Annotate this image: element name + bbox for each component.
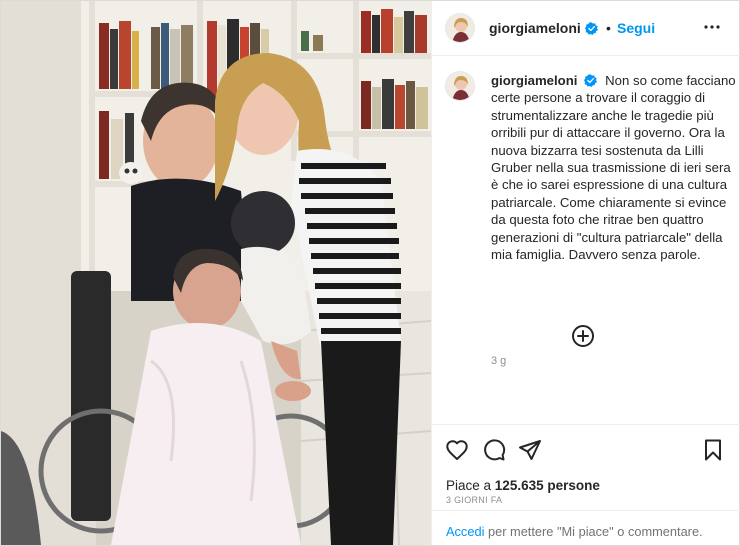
caption-avatar[interactable] (445, 71, 475, 101)
heart-icon[interactable] (445, 438, 469, 462)
avatar[interactable] (445, 13, 475, 43)
verified-badge-icon (585, 22, 598, 35)
post-actions: Piace a 125.635 persone 3 GIORNI FA Acce… (432, 424, 740, 545)
verified-badge-icon (584, 74, 598, 87)
post-sidebar: giorgiameloni • Segui giorgiameloni Non … (431, 1, 740, 545)
post-header: giorgiameloni • Segui (432, 1, 740, 56)
caption-body: Non so come facciano certe persone a tro… (491, 73, 736, 263)
more-options-icon[interactable] (700, 15, 724, 39)
caption-text: giorgiameloni Non so come facciano certe… (491, 72, 736, 263)
likes-suffix: persone (547, 478, 600, 493)
likes-prefix: Piace a (446, 478, 492, 493)
post-photo[interactable] (1, 1, 431, 545)
post-date: 3 GIORNI FA (446, 495, 503, 505)
caption-username-link[interactable]: giorgiameloni (491, 73, 577, 88)
avatar-image (446, 72, 474, 100)
login-link[interactable]: Accedi (446, 524, 484, 539)
username-link[interactable]: giorgiameloni (489, 20, 581, 36)
login-prompt-text: per mettere "Mi piace" o commentare. (487, 524, 703, 539)
avatar-image (446, 14, 474, 42)
likes-count[interactable]: Piace a 125.635 persone (446, 478, 600, 493)
comment-icon[interactable] (482, 438, 506, 462)
separator-dot: • (606, 20, 611, 36)
bookmark-icon[interactable] (701, 438, 725, 462)
family-photo-illustration (1, 1, 431, 545)
login-prompt: Accedi per mettere "Mi piace" o commenta… (432, 510, 740, 546)
plus-circle-icon[interactable] (571, 324, 595, 348)
follow-button[interactable]: Segui (617, 20, 655, 36)
likes-number: 125.635 (494, 478, 544, 493)
share-icon[interactable] (518, 438, 542, 462)
caption-age: 3 g (491, 355, 507, 367)
